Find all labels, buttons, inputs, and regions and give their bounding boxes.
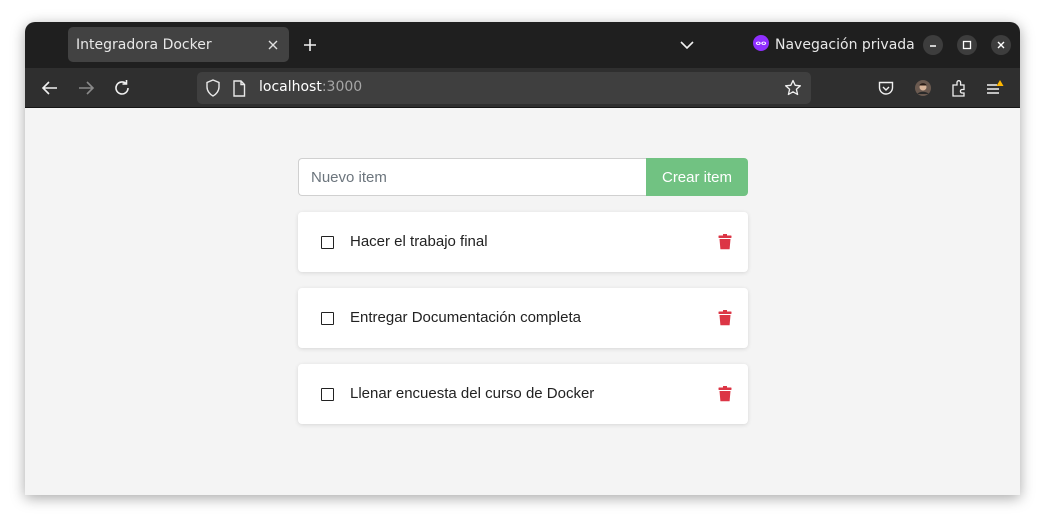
tab-integradora[interactable]: Integradora Docker xyxy=(68,27,289,62)
reload-icon[interactable] xyxy=(109,75,135,101)
new-item-form: Crear item xyxy=(298,158,748,196)
private-browsing-indicator: Navegación privada xyxy=(753,33,915,57)
create-item-button[interactable]: Crear item xyxy=(646,158,748,196)
page-content: Crear item Hacer el trabajo final Entreg… xyxy=(25,108,1020,495)
back-arrow-icon[interactable] xyxy=(37,75,63,101)
item-text: Hacer el trabajo final xyxy=(350,233,488,250)
pocket-icon[interactable] xyxy=(873,75,899,101)
maximize-icon[interactable] xyxy=(957,35,977,55)
account-avatar-icon[interactable] xyxy=(910,75,936,101)
app-menu-icon[interactable] xyxy=(982,75,1008,101)
trash-icon[interactable] xyxy=(718,234,732,250)
url-host: localhost xyxy=(259,79,322,95)
extensions-icon[interactable] xyxy=(946,75,972,101)
list-item: Hacer el trabajo final xyxy=(298,212,748,272)
url-port: :3000 xyxy=(321,79,363,95)
item-text: Entregar Documentación completa xyxy=(350,309,581,326)
checkbox[interactable] xyxy=(321,236,334,249)
item-text: Llenar encuesta del curso de Docker xyxy=(350,385,595,402)
url-text[interactable]: localhost:3000 xyxy=(259,79,362,95)
chevron-down-icon[interactable] xyxy=(675,33,699,57)
bookmark-star-icon[interactable] xyxy=(783,78,803,98)
new-tab-icon[interactable] xyxy=(298,33,322,57)
page-icon[interactable] xyxy=(229,78,249,98)
close-window-icon[interactable] xyxy=(991,35,1011,55)
tab-title: Integradora Docker xyxy=(76,36,212,53)
list-item: Entregar Documentación completa xyxy=(298,288,748,348)
browser-window: Integradora Docker Navegación privada lo… xyxy=(25,22,1020,495)
trash-icon[interactable] xyxy=(718,386,732,402)
minimize-icon[interactable] xyxy=(923,35,943,55)
close-tab-icon[interactable] xyxy=(261,33,285,57)
shield-icon[interactable] xyxy=(203,78,223,98)
new-item-input[interactable] xyxy=(298,158,646,196)
checkbox[interactable] xyxy=(321,388,334,401)
tab-strip: Integradora Docker Navegación privada xyxy=(25,22,1020,68)
trash-icon[interactable] xyxy=(718,310,732,326)
private-label: Navegación privada xyxy=(775,37,915,53)
list-item: Llenar encuesta del curso de Docker xyxy=(298,364,748,424)
private-mask-icon xyxy=(753,35,769,55)
url-bar[interactable]: localhost:3000 xyxy=(197,72,811,104)
forward-arrow-icon[interactable] xyxy=(73,75,99,101)
checkbox[interactable] xyxy=(321,312,334,325)
nav-toolbar: localhost:3000 xyxy=(25,68,1020,108)
